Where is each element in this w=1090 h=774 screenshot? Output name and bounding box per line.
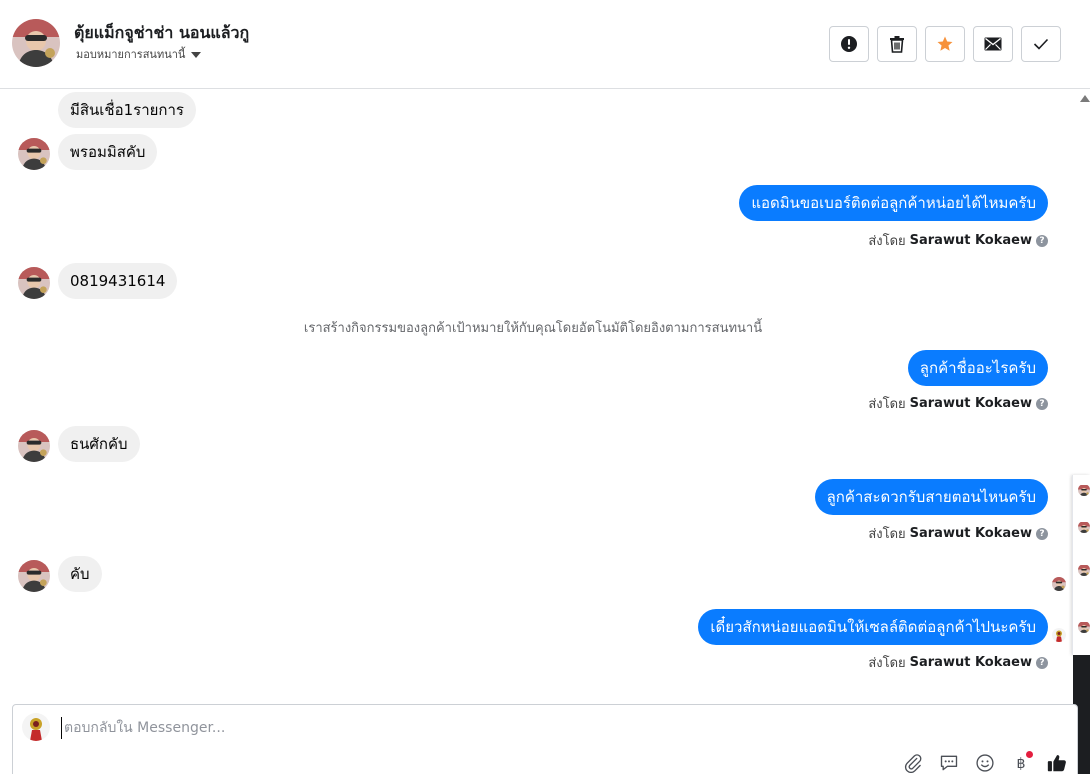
outgoing-message[interactable]: เดี๋ยวสักหน่อยแอดมินให้เซลล์ติดต่อลูกค้า… bbox=[698, 609, 1048, 645]
system-note: เราสร้างกิจกรรมของลูกค้าเป้าหมายให้กับคุ… bbox=[303, 321, 763, 336]
incoming-message[interactable]: 0819431614 bbox=[58, 263, 178, 299]
contact-avatar[interactable] bbox=[12, 19, 60, 67]
incoming-message[interactable]: พรอมมิสคับ bbox=[58, 134, 158, 170]
contact-avatar-small bbox=[18, 138, 50, 170]
list-avatar[interactable] bbox=[1078, 621, 1090, 633]
notification-dot bbox=[1026, 751, 1033, 758]
outgoing-message[interactable]: ลูกค้าสะดวกรับสายตอนไหนครับ bbox=[814, 479, 1048, 515]
conversation-actions bbox=[829, 26, 1061, 62]
contact-avatar-small bbox=[18, 430, 50, 462]
exclamation-icon bbox=[841, 36, 857, 52]
spam-button[interactable] bbox=[829, 26, 869, 62]
sent-by-prefix: ส่งโดย bbox=[868, 234, 906, 249]
delete-button[interactable] bbox=[877, 26, 917, 62]
saved-replies-button[interactable] bbox=[937, 751, 961, 774]
thumbs-up-icon bbox=[1047, 755, 1066, 772]
sender-name: Sarawut Kokaew bbox=[909, 396, 1032, 411]
payment-button[interactable]: ฿ bbox=[1009, 751, 1033, 774]
caret-down-icon bbox=[191, 51, 202, 58]
attach-button[interactable] bbox=[901, 751, 925, 774]
smiley-icon bbox=[976, 754, 994, 772]
contact-avatar-small bbox=[18, 267, 50, 299]
sent-by-label: ส่งโดย Sarawut Kokaew ? bbox=[868, 523, 1048, 544]
question-icon[interactable]: ? bbox=[1036, 656, 1048, 669]
sender-name: Sarawut Kokaew bbox=[909, 233, 1032, 248]
outgoing-message[interactable]: แอดมินขอเบอร์ติดต่อลูกค้าหน่อยได้ไหมครับ bbox=[739, 185, 1048, 221]
check-icon bbox=[1033, 38, 1049, 50]
envelope-icon bbox=[984, 37, 1002, 51]
sent-by-label: ส่งโดย Sarawut Kokaew ? bbox=[868, 393, 1048, 414]
star-button[interactable] bbox=[925, 26, 965, 62]
question-icon[interactable]: ? bbox=[1036, 527, 1048, 540]
incoming-message[interactable]: ธนศักคับ bbox=[58, 426, 140, 462]
list-avatar[interactable] bbox=[1078, 564, 1090, 576]
reply-composer: ฿ bbox=[12, 704, 1078, 774]
chat-bubble-icon bbox=[940, 755, 958, 771]
assign-label: มอบหมายการสนทนานี้ bbox=[76, 48, 186, 61]
contact-name[interactable]: ตุ้ยแม็กจูช่าช่า นอนแล้วกู bbox=[74, 21, 249, 46]
sent-by-prefix: ส่งโดย bbox=[868, 397, 906, 412]
star-icon bbox=[937, 36, 953, 51]
sent-by-label: ส่งโดย Sarawut Kokaew ? bbox=[868, 652, 1048, 673]
sender-name: Sarawut Kokaew bbox=[909, 655, 1032, 670]
emoji-button[interactable] bbox=[973, 751, 997, 774]
sent-by-prefix: ส่งโดย bbox=[868, 656, 906, 671]
composer-toolbar: ฿ bbox=[901, 751, 1069, 774]
question-icon[interactable]: ? bbox=[1036, 234, 1048, 247]
mark-unread-button[interactable] bbox=[973, 26, 1013, 62]
sent-by-prefix: ส่งโดย bbox=[868, 527, 906, 542]
trash-icon bbox=[890, 36, 904, 53]
outgoing-message[interactable]: ลูกค้าชื่ออะไรครับ bbox=[907, 350, 1048, 386]
like-button[interactable] bbox=[1045, 751, 1069, 774]
incoming-message[interactable]: คับ bbox=[58, 556, 102, 592]
conversation-header: ตุ้ยแม็กจูช่าช่า นอนแล้วกู มอบหมายการสนท… bbox=[0, 0, 1090, 89]
list-avatar[interactable] bbox=[1078, 521, 1090, 533]
side-overlay-panel[interactable] bbox=[1072, 475, 1090, 655]
sender-name: Sarawut Kokaew bbox=[909, 526, 1032, 541]
message-thread[interactable]: มีสินเชื่อ1รายการ พรอมมิสคับ แอดมินขอเบอ… bbox=[0, 89, 1090, 704]
read-receipt-avatar bbox=[1052, 628, 1066, 642]
scroll-up-arrow-icon[interactable] bbox=[1080, 95, 1090, 102]
paperclip-icon bbox=[904, 754, 922, 773]
incoming-message[interactable]: มีสินเชื่อ1รายการ bbox=[58, 92, 196, 128]
mark-done-button[interactable] bbox=[1021, 26, 1061, 62]
list-avatar[interactable] bbox=[1078, 484, 1090, 496]
page-avatar bbox=[22, 713, 50, 741]
svg-text:฿: ฿ bbox=[1016, 756, 1025, 772]
question-icon[interactable]: ? bbox=[1036, 397, 1048, 410]
sent-by-label: ส่งโดย Sarawut Kokaew ? bbox=[868, 230, 1048, 251]
reply-input[interactable] bbox=[61, 717, 761, 739]
read-receipt-avatar bbox=[1052, 577, 1066, 591]
contact-avatar-small bbox=[18, 560, 50, 592]
assign-conversation-dropdown[interactable]: มอบหมายการสนทนานี้ bbox=[76, 45, 202, 63]
